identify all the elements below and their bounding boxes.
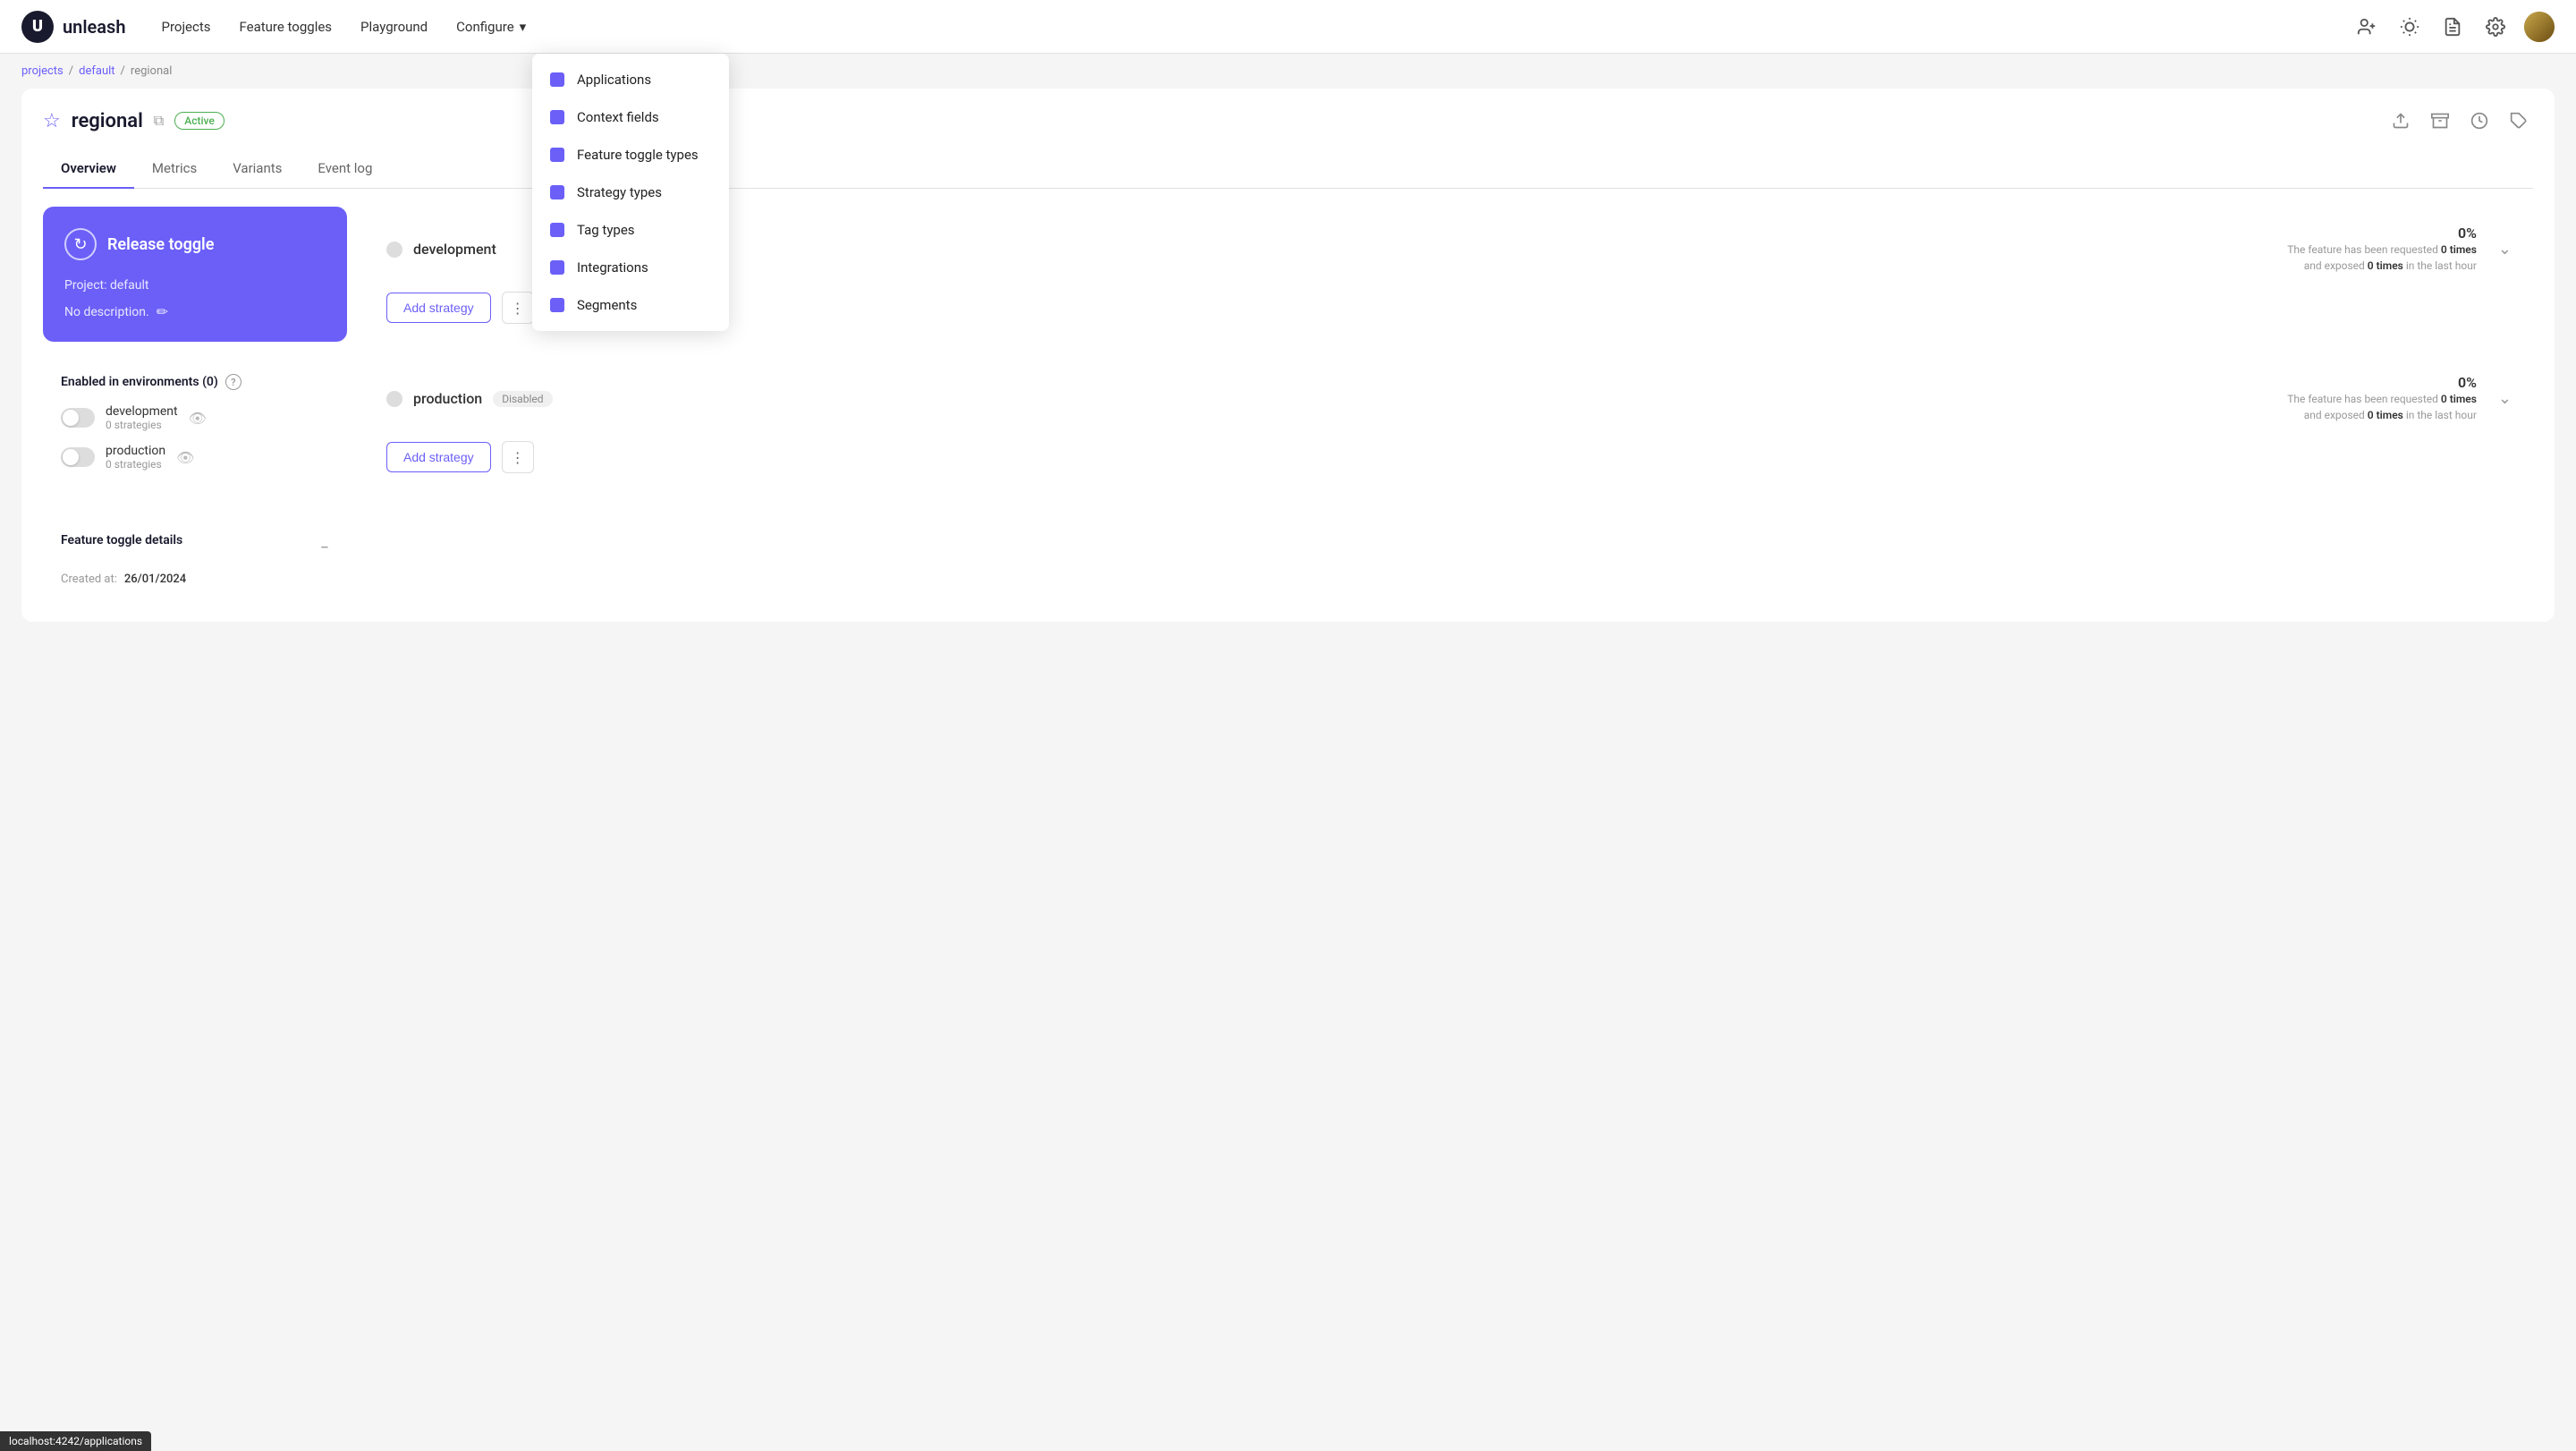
dropdown-overlay[interactable] [0, 0, 2576, 1451]
status-url: localhost:4242/applications [9, 1435, 142, 1447]
status-bar: localhost:4242/applications [0, 1431, 151, 1451]
